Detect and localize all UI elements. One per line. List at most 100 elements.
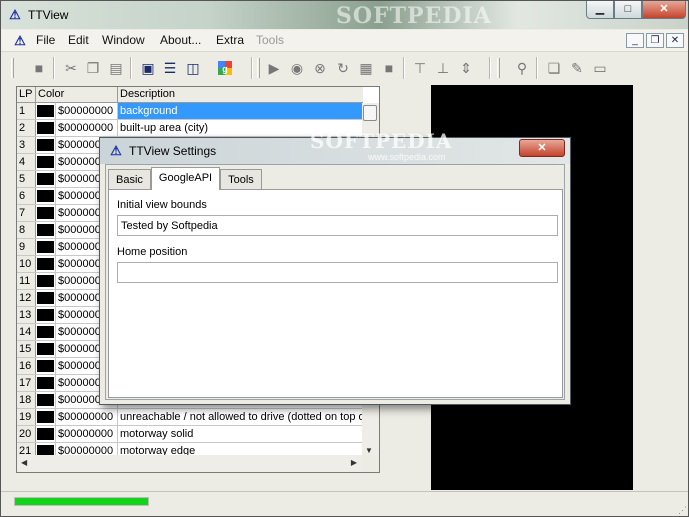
dialog-title: TTView Settings bbox=[129, 144, 217, 158]
svg-text:g: g bbox=[222, 64, 228, 74]
square-icon[interactable]: ■ bbox=[380, 59, 398, 77]
color-swatch[interactable] bbox=[36, 205, 56, 221]
stop-icon[interactable]: ■ bbox=[30, 59, 48, 77]
row-number: 16 bbox=[17, 358, 36, 374]
toolbar-grip[interactable] bbox=[257, 58, 260, 78]
layers-icon[interactable]: ❏ bbox=[545, 59, 563, 77]
copy-icon[interactable]: ❐ bbox=[84, 59, 102, 77]
color-swatch[interactable] bbox=[36, 120, 56, 136]
tile-vertical-icon[interactable]: ◫ bbox=[184, 59, 202, 77]
row-number: 13 bbox=[17, 307, 36, 323]
dialog-close-button[interactable]: ✕ bbox=[519, 139, 565, 157]
color-value[interactable]: $00000000 bbox=[56, 120, 118, 136]
cancel-icon[interactable]: ⊗ bbox=[311, 59, 329, 77]
row-number: 10 bbox=[17, 256, 36, 272]
minimize-button[interactable]: ▁ bbox=[586, 1, 614, 19]
menu-bar: ⚠ File Edit Window About... Extra Tools … bbox=[1, 30, 688, 52]
cascade-icon[interactable]: ▣ bbox=[139, 59, 157, 77]
scroll-down-icon[interactable]: ▼ bbox=[365, 446, 373, 455]
color-swatch[interactable] bbox=[36, 222, 56, 238]
redo-icon[interactable]: ↻ bbox=[334, 59, 352, 77]
color-swatch[interactable] bbox=[36, 290, 56, 306]
ruler-icon[interactable]: ▭ bbox=[591, 59, 609, 77]
table-row[interactable]: 1 $00000000 background bbox=[17, 103, 363, 120]
color-value[interactable]: $00000000 bbox=[56, 426, 118, 442]
color-swatch[interactable] bbox=[36, 171, 56, 187]
tab-tools[interactable]: Tools bbox=[220, 169, 262, 190]
color-swatch[interactable] bbox=[36, 307, 56, 323]
toolbar: ■ ✂ ❐ ▤ ▣ ☰ ◫ g ▶ ◉ ⊗ ↻ ▦ ■ ⊤ ⊥ ⇕ ⚲ ❏ ✎ … bbox=[1, 53, 688, 83]
color-value[interactable]: $00000000 bbox=[56, 103, 118, 119]
scroll-thumb[interactable] bbox=[363, 105, 377, 121]
menu-about[interactable]: About... bbox=[160, 33, 201, 47]
toolbar-separator bbox=[130, 57, 132, 79]
color-swatch[interactable] bbox=[36, 426, 56, 442]
color-swatch[interactable] bbox=[36, 188, 56, 204]
color-swatch[interactable] bbox=[36, 392, 56, 408]
paste-icon[interactable]: ▤ bbox=[107, 59, 125, 77]
row-number: 5 bbox=[17, 171, 36, 187]
header-color[interactable]: Color bbox=[36, 87, 118, 103]
tab-basic[interactable]: Basic bbox=[108, 169, 151, 190]
color-value[interactable]: $00000000 bbox=[56, 409, 118, 425]
toolbar-separator bbox=[53, 57, 55, 79]
color-swatch[interactable] bbox=[36, 137, 56, 153]
initial-view-bounds-field[interactable] bbox=[117, 215, 558, 236]
scroll-left-icon[interactable]: ◀ bbox=[21, 458, 27, 467]
menu-edit[interactable]: Edit bbox=[68, 33, 89, 47]
header-description[interactable]: Description bbox=[118, 87, 363, 103]
table-row[interactable]: 20 $00000000 motorway solid bbox=[17, 426, 363, 443]
description-cell[interactable]: unreachable / not allowed to drive (dott… bbox=[118, 409, 363, 425]
color-swatch[interactable] bbox=[36, 409, 56, 425]
color-swatch[interactable] bbox=[36, 341, 56, 357]
cut-icon[interactable]: ✂ bbox=[62, 59, 80, 77]
toolbar-separator bbox=[403, 57, 405, 79]
horizontal-scrollbar[interactable]: ◀ ▶ bbox=[17, 455, 363, 472]
tab-strip: Basic GoogleAPI Tools bbox=[108, 167, 262, 190]
color-swatch[interactable] bbox=[36, 154, 56, 170]
resize-grip-icon[interactable]: ⋰ bbox=[678, 505, 687, 516]
mdi-close-button[interactable]: ✕ bbox=[666, 33, 684, 48]
description-cell[interactable]: background bbox=[118, 103, 363, 119]
dialog-icon[interactable]: ▦ bbox=[357, 59, 375, 77]
split-icon[interactable]: ⇕ bbox=[457, 59, 475, 77]
menu-window[interactable]: Window bbox=[102, 33, 145, 47]
mdi-minimize-button[interactable]: _ bbox=[626, 33, 644, 48]
tile-horizontal-icon[interactable]: ☰ bbox=[161, 59, 179, 77]
row-number: 19 bbox=[17, 409, 36, 425]
move-both-icon[interactable]: ⊥ bbox=[434, 59, 452, 77]
color-swatch[interactable] bbox=[36, 239, 56, 255]
play-icon[interactable]: ▶ bbox=[265, 59, 283, 77]
search-icon[interactable]: ⚲ bbox=[513, 59, 531, 77]
close-button[interactable]: ✕ bbox=[642, 1, 686, 19]
row-number: 17 bbox=[17, 375, 36, 391]
mdi-child-icon[interactable]: ⚠ bbox=[11, 33, 29, 49]
color-swatch[interactable] bbox=[36, 273, 56, 289]
google-icon[interactable]: g bbox=[216, 59, 234, 77]
record-icon[interactable]: ◉ bbox=[288, 59, 306, 77]
color-swatch[interactable] bbox=[36, 358, 56, 374]
color-swatch[interactable] bbox=[36, 375, 56, 391]
toolbar-grip[interactable] bbox=[497, 58, 500, 78]
color-swatch[interactable] bbox=[36, 256, 56, 272]
home-position-field[interactable] bbox=[117, 262, 558, 283]
header-lp[interactable]: LP bbox=[17, 87, 36, 103]
maximize-button[interactable]: □ bbox=[614, 1, 642, 19]
toolbar-separator bbox=[489, 57, 491, 79]
tag-icon[interactable]: ✎ bbox=[568, 59, 586, 77]
dialog-title-bar[interactable]: ⚠ TTView Settings SOFTPEDIA www.softpedi… bbox=[100, 129, 570, 164]
row-number: 14 bbox=[17, 324, 36, 340]
menu-extra[interactable]: Extra bbox=[216, 33, 244, 47]
mdi-restore-button[interactable]: ❐ bbox=[646, 33, 664, 48]
tab-googleapi[interactable]: GoogleAPI bbox=[150, 167, 221, 190]
row-number: 8 bbox=[17, 222, 36, 238]
menu-file[interactable]: File bbox=[36, 33, 55, 47]
description-cell[interactable]: motorway solid bbox=[118, 426, 363, 442]
color-swatch[interactable] bbox=[36, 324, 56, 340]
table-row[interactable]: 19 $00000000 unreachable / not allowed to … bbox=[17, 409, 363, 426]
scroll-right-icon[interactable]: ▶ bbox=[351, 458, 357, 467]
move-down-icon[interactable]: ⊤ bbox=[411, 59, 429, 77]
color-swatch[interactable] bbox=[36, 103, 56, 119]
row-number: 15 bbox=[17, 341, 36, 357]
toolbar-grip[interactable] bbox=[11, 58, 14, 78]
